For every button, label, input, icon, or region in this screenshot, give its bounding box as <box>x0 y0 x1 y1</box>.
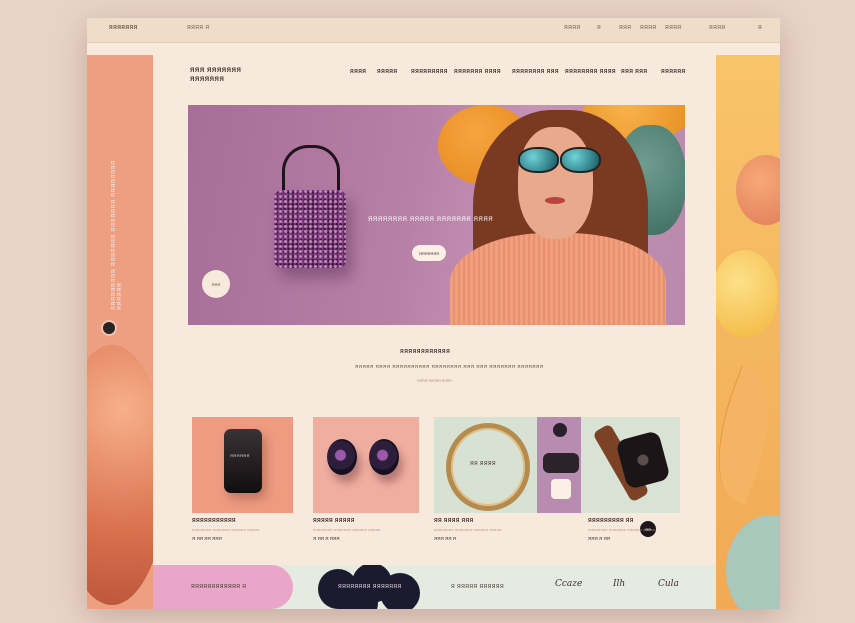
left-decor-panel: ЯЯЯЯЯЯЯЯЯ ЯЯЯЯЯЯЯ ЯЯЯЯЯЯЯ ЯЯЯЯЯЯЯЯ ЯЯЯЯЯ… <box>87 55 153 609</box>
phone-screen-text: ЯЯЯЯЯЯ <box>230 453 250 458</box>
nav-item-6[interactable]: ЯЯЯЯЯЯЯЯ ЯЯЯЯ <box>565 69 616 75</box>
nav-item-4[interactable]: ЯЯЯЯЯЯЯ ЯЯЯЯ <box>454 69 501 75</box>
product-card-ring[interactable]: ЯЯ ЯЯЯЯ <box>434 417 537 513</box>
product-card-phone[interactable]: ЯЯЯЯЯЯ <box>192 417 293 513</box>
nav-item-8[interactable]: ЯЯЯЯЯЯ <box>661 69 686 75</box>
product-price: ЯЯЯ Я ЯЯ <box>588 536 610 541</box>
product-price: Я ЯЯ Я ЯЯЯ <box>313 536 340 541</box>
topbar-brand[interactable]: ЯЯЯЯЯЯЯ <box>109 25 138 31</box>
product-card-watch[interactable] <box>581 417 680 513</box>
product-price: ЯЯЯ ЯЯ Я <box>434 536 456 541</box>
nav-item-7[interactable]: ЯЯЯ ЯЯЯ <box>621 69 647 75</box>
topbar-link-3[interactable]: ЯЯЯЯ <box>640 25 656 31</box>
earbud-image <box>369 439 399 475</box>
logo-line-2: ЯЯЯЯЯЯЯ <box>190 77 225 83</box>
partner-logo-2[interactable]: Ilh <box>613 579 625 589</box>
section-title: ЯЯЯЯЯЯЯЯЯЯЯЯ <box>400 349 451 355</box>
earbud-image <box>327 439 357 475</box>
nav-item-2[interactable]: ЯЯЯЯЯ <box>377 69 397 75</box>
nav-item-3[interactable]: ЯЯЯЯЯЯЯЯЯ <box>411 69 448 75</box>
search-icon[interactable]: Я <box>597 25 601 31</box>
ring-image <box>446 423 530 511</box>
model-sweater <box>450 233 666 325</box>
partner-logo-3[interactable]: Cula <box>658 579 679 589</box>
decor-leaf <box>716 365 780 505</box>
right-decor-panel <box>716 55 780 609</box>
product-name[interactable]: ЯЯ ЯЯЯЯ ЯЯЯ <box>434 518 474 524</box>
product-meta: ЯЯЯЯЯЯЯЯ ЯЯЯЯЯЯЯ ЯЯЯЯЯЯ ЯЯЯЯЯ <box>192 528 260 532</box>
decor-mint-ball <box>726 515 780 609</box>
hero-circle-button[interactable]: ЯЯЯ <box>202 270 230 298</box>
decor-sphere <box>87 345 153 605</box>
topbar-link-4[interactable]: ЯЯЯЯ <box>665 25 681 31</box>
product-name[interactable]: ЯЯЯЯЯЯЯЯЯЯЯ <box>192 518 236 524</box>
top-bar: ЯЯЯЯЯЯЯ ЯЯЯЯ Я ЯЯЯЯ Я ЯЯЯ ЯЯЯЯ ЯЯЯЯ ЯЯЯЯ… <box>87 18 780 43</box>
product-name[interactable]: ЯЯЯЯЯЯЯЯЯ ЯЯ <box>588 518 634 524</box>
site-logo[interactable]: ЯЯЯ ЯЯЯЯЯЯЯ ЯЯЯЯЯЯЯ <box>190 67 250 85</box>
decor-lemon <box>716 250 778 338</box>
scroll-dot-icon[interactable] <box>101 320 117 336</box>
decor-peach-ball <box>736 155 780 225</box>
topbar-link-5[interactable]: ЯЯЯЯ <box>709 25 725 31</box>
section-subtitle: ЯЯЯЯЯ ЯЯЯЯ ЯЯЯЯЯЯЯЯЯЯ ЯЯЯЯЯЯЯЯ ЯЯЯ ЯЯЯ Я… <box>355 364 544 369</box>
ring-icon <box>553 423 567 437</box>
browser-frame: ЯЯЯЯЯЯЯ ЯЯЯЯ Я ЯЯЯЯ Я ЯЯЯ ЯЯЯЯ ЯЯЯЯ ЯЯЯЯ… <box>87 18 780 609</box>
newsletter-link[interactable]: Я ЯЯЯЯЯ ЯЯЯЯЯЯ <box>451 584 504 590</box>
cart-icon[interactable]: Я <box>758 25 762 31</box>
section-caption: ЯЯЯЯ ЯЯЯЯЯ ЯЯЯЯ <box>417 379 452 383</box>
ring-card-text: ЯЯ ЯЯЯЯ <box>470 461 496 467</box>
hero-headline: ЯЯЯЯЯЯЯЯ ЯЯЯЯЯ ЯЯЯЯЯЯЯ ЯЯЯЯ <box>368 217 494 223</box>
side-vertical-text: ЯЯЯЯЯЯЯЯЯ ЯЯЯЯЯЯЯ ЯЯЯЯЯЯЯ ЯЯЯЯЯЯЯЯ ЯЯЯЯЯ… <box>111 159 123 310</box>
footer-left-text[interactable]: ЯЯЯЯЯЯЯЯЯЯЯЯ Я <box>191 584 246 590</box>
product-card-mini[interactable] <box>537 417 581 513</box>
product-price: Я ЯЯ ЯЯ ЯЯЯ <box>192 536 222 541</box>
model-face <box>518 127 593 239</box>
logo-line-1: ЯЯЯ ЯЯЯЯЯЯЯ <box>190 68 242 74</box>
badge-icon <box>551 479 571 499</box>
footer-middle-text: ЯЯЯЯЯЯЯЯ ЯЯЯЯЯЯЯ <box>338 584 402 590</box>
product-meta: ЯЯЯЯЯЯЯЯ ЯЯЯЯЯЯЯ ЯЯЯЯЯЯ ЯЯЯЯЯ <box>588 528 656 532</box>
handbag-image <box>274 190 346 268</box>
nav-item-1[interactable]: ЯЯЯЯ <box>350 69 366 75</box>
hero-shop-button[interactable]: ЯЯЯЯЯЯЯ <box>412 245 446 261</box>
footer: ЯЯЯЯЯЯЯЯЯЯЯЯ Я ЯЯЯЯЯЯЯЯ ЯЯЯЯЯЯЯ Я ЯЯЯЯЯ … <box>153 565 716 609</box>
product-meta: ЯЯЯЯЯЯЯЯ ЯЯЯЯЯЯЯ ЯЯЯЯЯЯ ЯЯЯЯЯ <box>313 528 381 532</box>
product-meta: ЯЯЯЯЯЯЯЯ ЯЯЯЯЯЯЯ ЯЯЯЯЯЯ ЯЯЯЯЯ <box>434 528 502 532</box>
topbar-link-2[interactable]: ЯЯЯ <box>619 25 631 31</box>
nav-item-5[interactable]: ЯЯЯЯЯЯЯЯ ЯЯЯ <box>512 69 559 75</box>
small-bag-image <box>543 453 579 473</box>
product-name[interactable]: ЯЯЯЯЯ ЯЯЯЯЯ <box>313 518 355 524</box>
product-card-earbuds[interactable] <box>313 417 419 513</box>
topbar-link-1[interactable]: ЯЯЯЯ <box>564 25 580 31</box>
model-lips <box>545 197 565 204</box>
hero-banner[interactable]: ЯЯЯЯЯЯЯЯ ЯЯЯЯЯ ЯЯЯЯЯЯЯ ЯЯЯЯ ЯЯЯЯЯЯЯ ЯЯЯ <box>188 105 685 325</box>
sunglasses-image <box>518 147 602 173</box>
topbar-small-link[interactable]: ЯЯЯЯ Я <box>187 25 209 31</box>
partner-logo-1[interactable]: Ccaze <box>555 579 582 589</box>
phone-image: ЯЯЯЯЯЯ <box>224 429 262 493</box>
